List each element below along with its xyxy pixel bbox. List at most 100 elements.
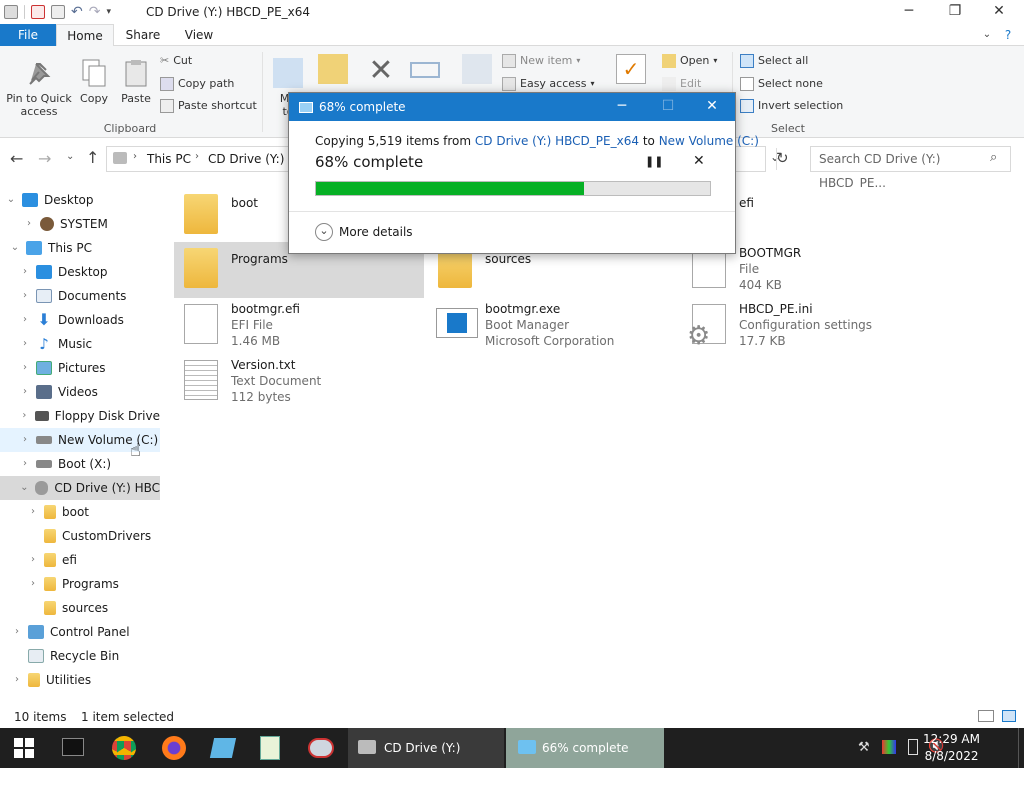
destination-link[interactable]: New Volume (C:) [659,134,759,148]
clock[interactable]: 12:29 AM 8/8/2022 [923,731,980,765]
nav-label: New Volume (C:) [58,433,159,447]
tab-share[interactable]: Share [118,24,168,46]
close-button[interactable]: ✕ [976,0,1022,24]
nav-item-this-pc[interactable]: ⌄ This PC [0,236,160,260]
qat-dropdown-icon[interactable]: ▾ [106,7,111,17]
nav-item-control-panel[interactable]: › Control Panel [0,620,160,644]
properties-icon[interactable] [31,5,45,19]
rename-button[interactable] [408,54,442,82]
recent-locations-icon[interactable]: ⌄ [66,151,74,162]
up-arrow-icon[interactable]: ↑ [86,148,99,167]
search-icon[interactable]: ⌕ [990,150,997,165]
copy-button[interactable]: Copy [76,58,112,105]
drive-icon [36,436,52,444]
nav-item-recycle-bin[interactable]: Recycle Bin [0,644,160,668]
disk-utility-icon[interactable] [209,738,237,758]
display-icon[interactable] [882,740,896,754]
back-arrow-icon[interactable]: ← [10,149,23,168]
cancel-copy-button[interactable]: ✕ [693,153,705,169]
paste-label: Paste [121,92,151,105]
taskbar: CD Drive (Y:) HBCD... 66% complete ⚒ 🔇 1… [0,728,1024,795]
new-item-button[interactable]: New item ▾ [502,51,580,71]
file-item-version-txt[interactable]: Version.txt Text Document 112 bytes [174,354,424,410]
pause-button[interactable]: ❚❚ [645,155,663,168]
firefox-icon[interactable] [162,736,186,760]
select-none-icon [740,77,754,91]
nav-item-documents[interactable]: › Documents [0,284,160,308]
easy-access-button[interactable]: Easy access ▾ [502,74,595,94]
command-prompt-icon[interactable] [62,738,84,756]
source-link[interactable]: CD Drive (Y:) HBCD_PE_x64 [475,134,639,148]
invert-selection-label: Invert selection [758,99,844,112]
nav-item-floppy[interactable]: › Floppy Disk Drive [0,404,160,428]
nav-item-desktop-root[interactable]: ⌄ Desktop [0,188,160,212]
nav-item-efi[interactable]: › efi [0,548,160,572]
undo-icon[interactable]: ↶ [71,4,83,20]
redo-icon[interactable]: ↷ [89,4,101,20]
copy-to-button[interactable] [316,54,350,88]
nav-item-programs[interactable]: › Programs [0,572,160,596]
edit-button[interactable]: Edit [662,74,701,94]
restore-button[interactable]: ❐ [932,0,978,24]
pictures-icon [36,361,52,375]
large-icons-view-icon[interactable] [1002,710,1016,722]
new-folder-button[interactable] [460,54,494,88]
divider [289,211,735,212]
more-details-button[interactable]: More details [339,225,413,239]
file-item-bootmgr-efi[interactable]: bootmgr.efi EFI File 1.46 MB [174,298,424,354]
nav-item-music[interactable]: › ♪ Music [0,332,160,356]
expand-ribbon-icon[interactable]: ⌄ [978,24,996,46]
nav-item-desktop[interactable]: › Desktop [0,260,160,284]
dialog-close-button[interactable]: ✕ [689,93,735,121]
tab-home[interactable]: Home [56,24,114,47]
start-button[interactable] [0,728,48,768]
tab-file[interactable]: File [0,24,56,46]
nav-item-system[interactable]: › SYSTEM [0,212,160,236]
properties-button[interactable]: ✓ [614,54,648,88]
nav-item-sources[interactable]: sources [0,596,160,620]
nav-item-boot[interactable]: › boot [0,500,160,524]
nav-item-utilities[interactable]: › Utilities [0,668,160,692]
nav-item-pictures[interactable]: › Pictures [0,356,160,380]
folder-icon [184,194,218,234]
search-input[interactable]: Search CD Drive (Y:) HBCD_PE... [810,146,1011,190]
forward-arrow-icon[interactable]: → [38,149,51,168]
file-item-bootmgr-exe[interactable]: bootmgr.exe Boot Manager Microsoft Corpo… [428,298,678,354]
delete-button[interactable]: ✕ [364,56,398,90]
paste-icon [121,58,151,88]
network-icon[interactable]: ⚒ [858,740,870,755]
chevron-right-icon: › [22,410,27,421]
notepad-icon[interactable] [260,736,280,760]
pin-to-quick-access-button[interactable]: Pin to Quick access [6,58,72,118]
paste-button[interactable]: Paste [118,58,154,105]
chevron-down-icon[interactable]: ⌄ [315,223,333,241]
dialog-maximize-button[interactable]: ☐ [645,93,691,121]
minimize-button[interactable]: ─ [886,0,932,24]
open-button[interactable]: Open ▾ [662,51,717,71]
tool-icon[interactable] [308,738,334,758]
refresh-icon[interactable]: ↻ [776,149,789,167]
details-view-icon[interactable] [978,710,994,722]
cut-button[interactable]: ✂ Cut [160,51,192,71]
nav-item-cd-drive[interactable]: ⌄ CD Drive (Y:) HBC [0,476,160,500]
folder-icon [28,673,40,687]
windows-logo-icon [14,738,34,758]
select-all-button[interactable]: Select all [740,51,808,71]
file-item-hbcd-pe-ini[interactable]: ⚙ HBCD_PE.ini Configuration settings 17.… [682,298,932,354]
nav-item-videos[interactable]: › Videos [0,380,160,404]
new-folder-icon[interactable] [51,5,65,19]
tab-view[interactable]: View [176,24,222,46]
show-desktop-button[interactable] [1018,728,1024,768]
chrome-icon[interactable] [112,736,136,760]
dialog-minimize-button[interactable]: ─ [599,93,645,121]
paste-shortcut-button[interactable]: Paste shortcut [160,96,257,116]
copy-path-button[interactable]: Copy path [160,74,234,94]
select-none-button[interactable]: Select none [740,74,823,94]
breadcrumb-cd-drive[interactable]: CD Drive (Y:) H [208,152,297,166]
usb-icon[interactable] [908,739,918,755]
invert-selection-button[interactable]: Invert selection [740,96,843,116]
nav-item-downloads[interactable]: › ⬇ Downloads [0,308,160,332]
breadcrumb-this-pc[interactable]: This PC [147,152,191,166]
help-icon[interactable]: ? [996,24,1020,46]
nav-item-customdrivers[interactable]: CustomDrivers [0,524,160,548]
